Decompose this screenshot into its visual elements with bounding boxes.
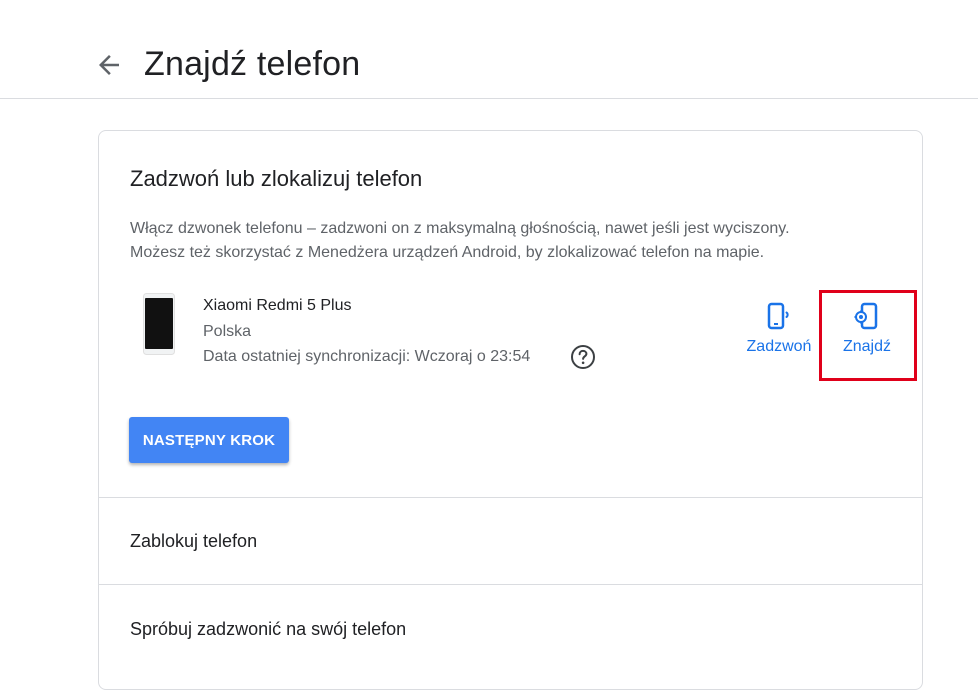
locate-card: Zadzwoń lub zlokalizuj telefon Włącz dzw… (98, 130, 923, 690)
next-step-button[interactable]: NASTĘPNY KROK (129, 417, 289, 463)
device-name: Xiaomi Redmi 5 Plus (203, 297, 352, 314)
phone-ring-icon (767, 302, 789, 330)
phone-image (143, 293, 175, 355)
page-title: Znajdź telefon (144, 45, 361, 83)
arrow-left-icon[interactable] (94, 50, 124, 80)
call-action[interactable]: Zadzwoń (741, 301, 817, 357)
divider (99, 584, 922, 585)
description-line-2: Możesz też skorzystać z Menedżera urządz… (130, 244, 765, 261)
help-circle-icon[interactable] (570, 344, 596, 370)
find-highlight-box (819, 290, 917, 381)
call-label: Zadzwoń (746, 338, 812, 355)
device-last-sync: Data ostatniej synchronizacji: Wczoraj o… (203, 348, 531, 365)
page-header: Znajdź telefon (0, 0, 978, 99)
lock-phone-item[interactable]: Zablokuj telefon (130, 529, 257, 553)
card-description: Włącz dzwonek telefonu – zadzwoni on z m… (130, 217, 890, 265)
description-line-1: Włącz dzwonek telefonu – zadzwoni on z m… (130, 220, 790, 237)
card-title: Zadzwoń lub zlokalizuj telefon (130, 166, 423, 191)
device-country: Polska (203, 323, 252, 340)
try-calling-item[interactable]: Spróbuj zadzwonić na swój telefon (130, 617, 406, 641)
divider (99, 497, 922, 498)
